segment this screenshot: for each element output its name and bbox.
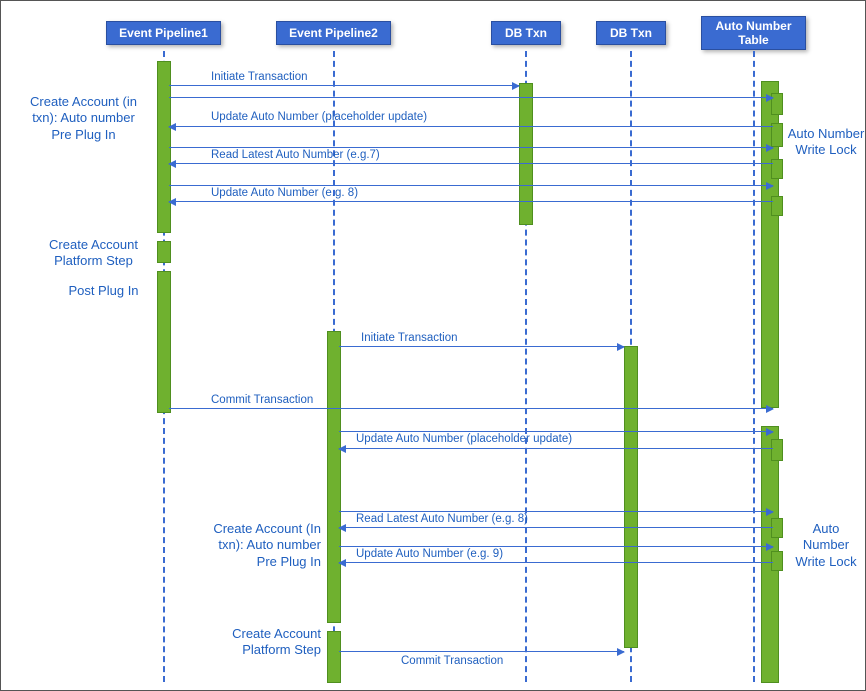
- message-label: Commit Transaction: [401, 655, 503, 667]
- participant-db-txn-2: DB Txn: [596, 21, 666, 45]
- message-arrow: [169, 97, 773, 98]
- participant-label: Event Pipeline2: [289, 26, 378, 40]
- message-label: Initiate Transaction: [361, 332, 458, 344]
- participant-label: Auto Number Table: [708, 19, 799, 47]
- message-arrow: [169, 126, 773, 127]
- note-create-account-platform-step-2: Create Account Platform Step: [211, 626, 321, 659]
- activation: [157, 271, 171, 413]
- note-create-account-platform-step-1: Create Account Platform Step: [41, 237, 146, 270]
- note-create-account-pre-plugin-2: Create Account (In txn): Auto number Pre…: [196, 521, 321, 570]
- message-arrow: [339, 448, 773, 449]
- message-arrow: [339, 562, 773, 563]
- message-label: Update Auto Number (placeholder update): [211, 111, 427, 123]
- participant-label: Event Pipeline1: [119, 26, 208, 40]
- activation: [771, 518, 783, 538]
- message-arrow: [339, 546, 773, 547]
- message-label: Initiate Transaction: [211, 71, 308, 83]
- participant-db-txn-1: DB Txn: [491, 21, 561, 45]
- message-arrow: [339, 431, 773, 432]
- activation: [327, 631, 341, 683]
- participant-label: DB Txn: [610, 26, 652, 40]
- message-label: Update Auto Number (e.g. 8): [211, 187, 358, 199]
- message-label: Read Latest Auto Number (e.g.7): [211, 149, 380, 161]
- message-arrow: [339, 346, 624, 347]
- activation: [771, 551, 783, 571]
- activation: [771, 159, 783, 179]
- participant-label: DB Txn: [505, 26, 547, 40]
- message-arrow: [169, 201, 773, 202]
- lifeline: [753, 51, 755, 682]
- message-arrow: [169, 185, 773, 186]
- message-label: Update Auto Number (placeholder update): [356, 433, 572, 445]
- activation: [624, 346, 638, 648]
- note-auto-number-write-lock-1: Auto Number Write Lock: [786, 126, 866, 159]
- message-label: Commit Transaction: [211, 394, 313, 406]
- note-create-account-pre-plugin-1: Create Account (in txn): Auto number Pre…: [21, 94, 146, 143]
- message-arrow: [339, 511, 773, 512]
- message-arrow: [169, 163, 773, 164]
- activation: [771, 439, 783, 461]
- activation: [519, 83, 533, 225]
- message-arrow: [169, 147, 773, 148]
- activation: [157, 241, 171, 263]
- message-label: Read Latest Auto Number (e.g. 8): [356, 513, 528, 525]
- note-auto-number-write-lock-2: Auto Number Write Lock: [791, 521, 861, 570]
- activation: [327, 331, 341, 623]
- message-arrow: [339, 651, 624, 652]
- participant-event-pipeline2: Event Pipeline2: [276, 21, 391, 45]
- message-arrow: [339, 527, 773, 528]
- note-post-plugin: Post Plug In: [61, 283, 146, 299]
- message-label: Update Auto Number (e.g. 9): [356, 548, 503, 560]
- message-arrow: [169, 408, 773, 409]
- activation: [771, 196, 783, 216]
- participant-event-pipeline1: Event Pipeline1: [106, 21, 221, 45]
- message-arrow: [169, 85, 519, 86]
- participant-auto-number-table: Auto Number Table: [701, 16, 806, 50]
- sequence-diagram: Event Pipeline1 Event Pipeline2 DB Txn D…: [0, 0, 866, 691]
